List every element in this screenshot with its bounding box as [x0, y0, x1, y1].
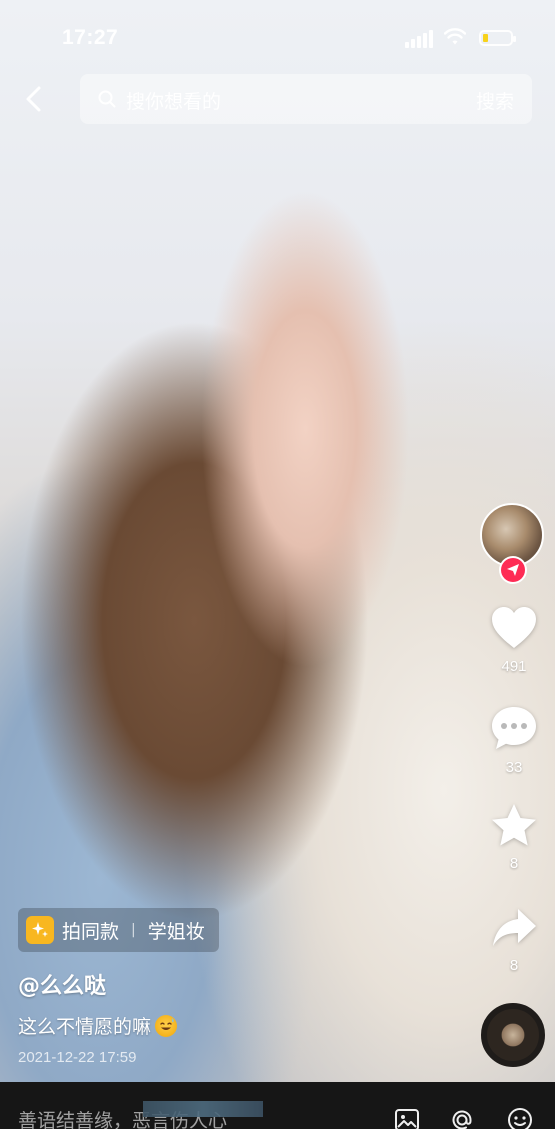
effect-tag[interactable]: 拍同款 | 学姐妆 — [18, 908, 219, 952]
search-button[interactable]: 搜索 — [476, 87, 514, 114]
mention-icon[interactable] — [448, 1106, 476, 1129]
video-screen[interactable]: 17:27 搜你想看的 搜索 491 33 8 8 拍同款 | 学姐妆 @么么哒… — [0, 0, 555, 1129]
effect-tag-divider: | — [131, 922, 136, 938]
caption-text: 这么不情愿的嘛 — [18, 1016, 152, 1038]
status-bar: 17:27 — [0, 0, 555, 70]
sweat-smile-emoji-icon — [155, 1014, 178, 1037]
comment-icon — [492, 707, 536, 749]
status-time: 17:27 — [62, 26, 119, 49]
share-button[interactable]: 8 — [486, 907, 542, 974]
effect-tag-label: 拍同款 — [62, 920, 120, 943]
emoji-icon[interactable] — [506, 1106, 534, 1129]
post-caption: 这么不情愿的嘛 — [18, 1012, 178, 1039]
star-icon — [492, 804, 536, 846]
share-count: 8 — [509, 957, 519, 974]
favorite-button[interactable]: 8 — [486, 803, 542, 872]
search-icon — [98, 90, 116, 108]
battery-level — [483, 34, 488, 42]
heart-icon — [492, 607, 536, 648]
comment-button[interactable]: 33 — [486, 705, 542, 776]
comment-count: 33 — [505, 759, 523, 776]
search-input[interactable]: 搜你想看的 搜索 — [80, 74, 532, 124]
like-count: 491 — [501, 658, 527, 675]
post-date: 2021-12-22 17:59 — [18, 1049, 137, 1066]
author-username[interactable]: @么么哒 — [18, 968, 106, 1000]
follow-button[interactable] — [499, 556, 527, 584]
like-button[interactable]: 491 — [486, 606, 542, 675]
back-icon[interactable] — [20, 84, 50, 114]
music-disc[interactable] — [481, 1003, 545, 1067]
effect-tag-name: 学姐妆 — [147, 920, 205, 943]
search-placeholder: 搜你想看的 — [126, 91, 222, 113]
wifi-icon — [444, 28, 466, 45]
battery-icon — [479, 30, 516, 46]
blurred-overlay — [143, 1101, 263, 1117]
share-icon — [493, 909, 536, 946]
favorite-count: 8 — [509, 855, 519, 872]
image-icon[interactable] — [393, 1106, 421, 1129]
sparkle-icon — [26, 916, 54, 944]
signal-icon — [405, 30, 435, 48]
follow-icon — [501, 558, 525, 582]
